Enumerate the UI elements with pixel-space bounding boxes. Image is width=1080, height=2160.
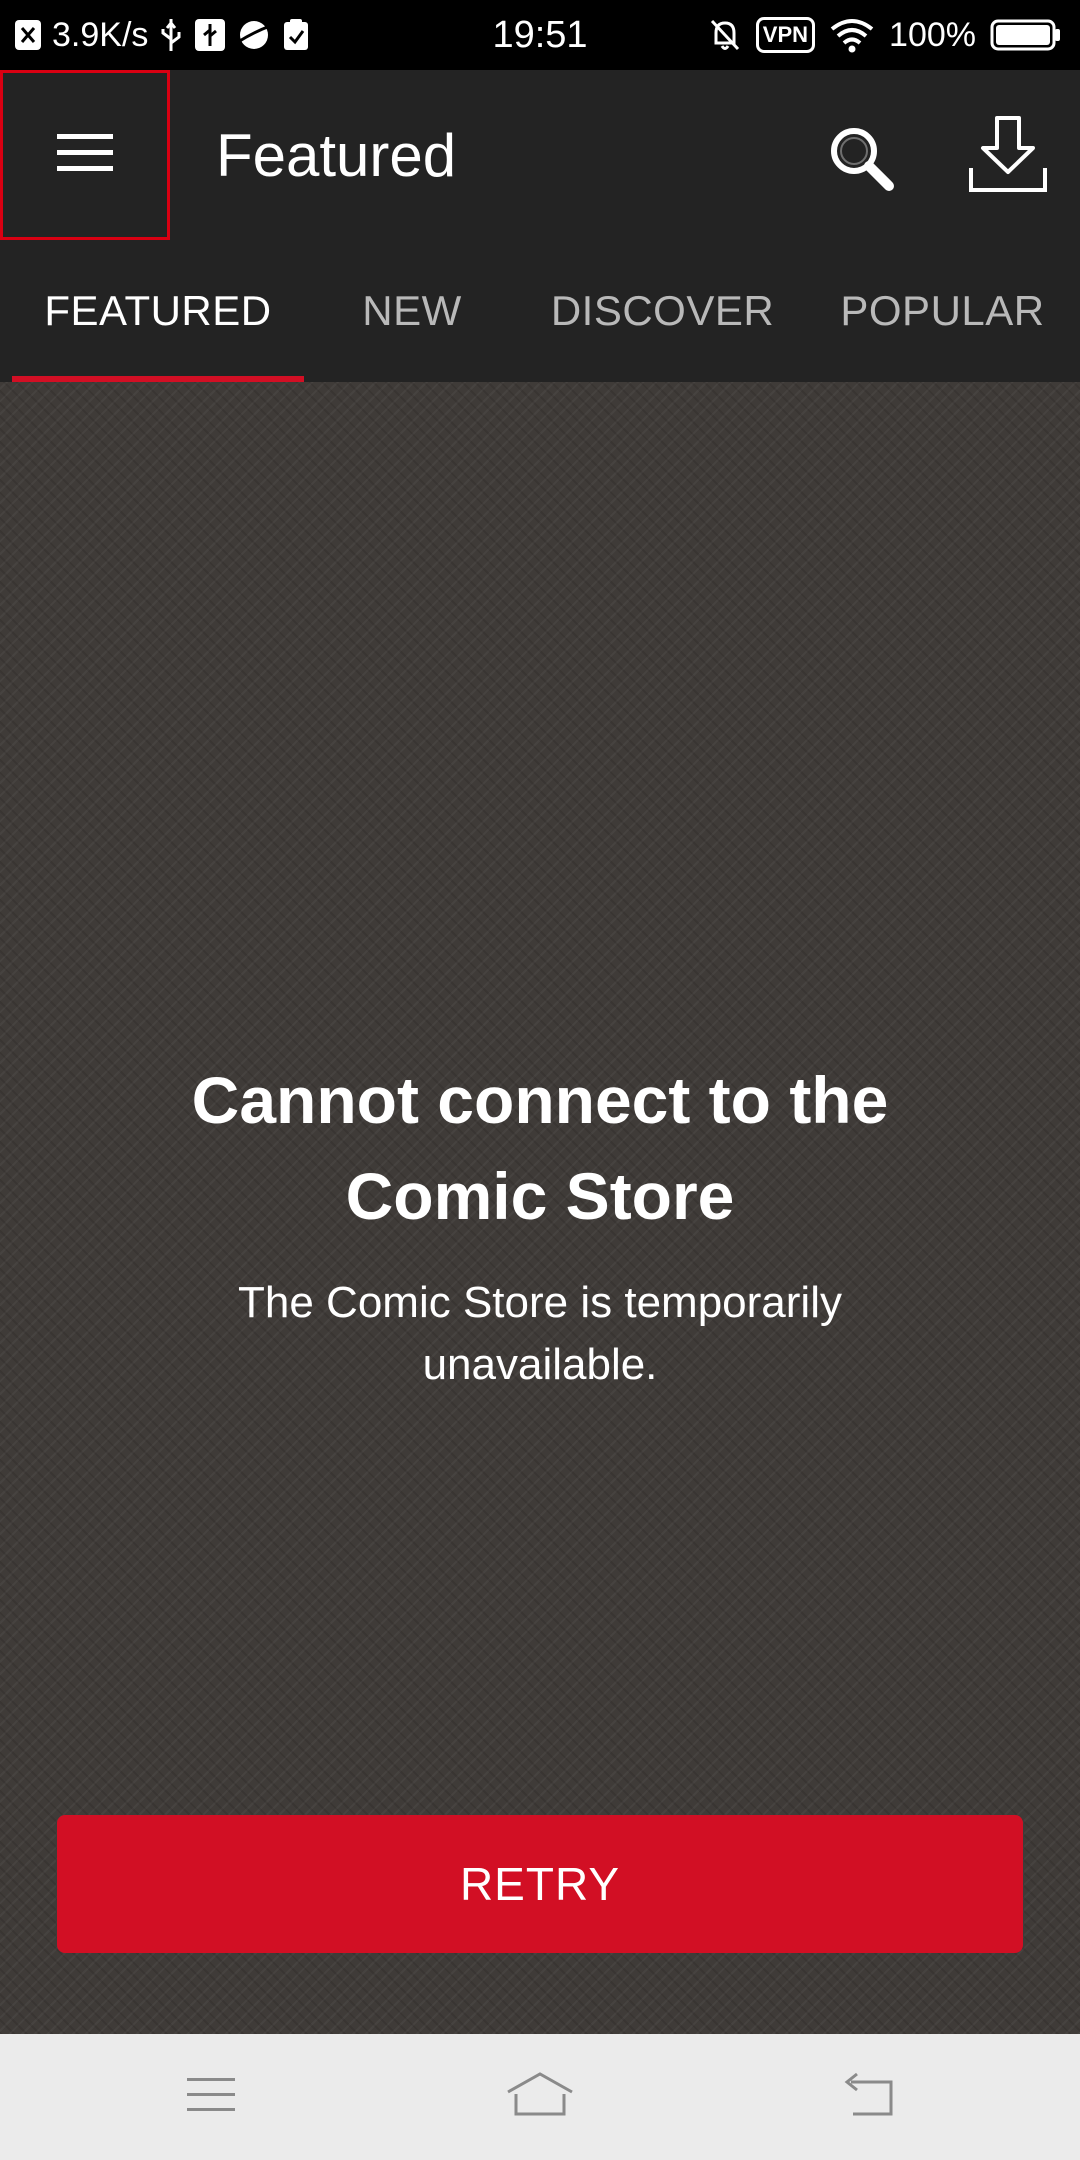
battery-percent: 100%: [889, 15, 976, 54]
content-area: Cannot connect to the Comic Store The Co…: [0, 382, 1080, 2034]
search-icon: [826, 123, 896, 198]
nav-menu-icon: [185, 2074, 237, 2121]
status-right-group: VPN 100%: [708, 0, 1062, 70]
hamburger-menu-icon: [55, 130, 115, 181]
home-icon: [504, 2070, 576, 2125]
vpn-icon: VPN: [755, 17, 816, 53]
error-heading-line-1: Cannot connect to the: [191, 1063, 889, 1137]
retry-button[interactable]: RETRY: [57, 1815, 1023, 1953]
muted-bell-icon: [708, 17, 742, 53]
tab-featured[interactable]: FEATURED: [12, 240, 304, 382]
back-icon: [839, 2072, 897, 2123]
download-button[interactable]: [960, 110, 1055, 205]
nav-back-button[interactable]: [818, 2057, 918, 2137]
error-message-line-2: unavailable.: [422, 1340, 658, 1389]
nav-home-button[interactable]: [490, 2057, 590, 2137]
battery-icon: [990, 19, 1062, 51]
error-heading: Cannot connect to the Comic Store: [90, 1052, 990, 1244]
planet-app-icon: [236, 18, 272, 52]
wifi-icon: [829, 17, 875, 53]
clipboard-check-icon: [282, 18, 310, 52]
page-title: Featured: [216, 121, 457, 189]
search-button[interactable]: [816, 115, 906, 205]
download-icon: [967, 114, 1049, 201]
usb-icon: [158, 17, 184, 53]
system-nav-bar: [0, 2034, 1080, 2160]
error-heading-line-2: Comic Store: [345, 1159, 735, 1233]
nav-menu-button[interactable]: [161, 2057, 261, 2137]
tab-popular[interactable]: POPULAR: [815, 240, 1070, 382]
tab-new[interactable]: NEW: [330, 240, 494, 382]
menu-button[interactable]: [0, 70, 170, 240]
status-left-group: 3.9K/s: [14, 0, 310, 70]
vpn-label: VPN: [762, 22, 809, 47]
tab-discover[interactable]: DISCOVER: [530, 240, 795, 382]
error-message: The Comic Store is temporarily unavailab…: [140, 1272, 940, 1396]
error-message-line-1: The Comic Store is temporarily: [238, 1278, 842, 1327]
notification-close-icon: [14, 18, 42, 52]
usb-debug-icon: [194, 18, 226, 52]
tab-bar: FEATURED NEW DISCOVER POPULAR: [0, 240, 1080, 382]
status-bar: 3.9K/s 19:51 VPN 100%: [0, 0, 1080, 70]
app-bar: Featured FEATURED NEW DISCOVER POPULAR: [0, 70, 1080, 382]
network-speed: 3.9K/s: [52, 15, 149, 54]
